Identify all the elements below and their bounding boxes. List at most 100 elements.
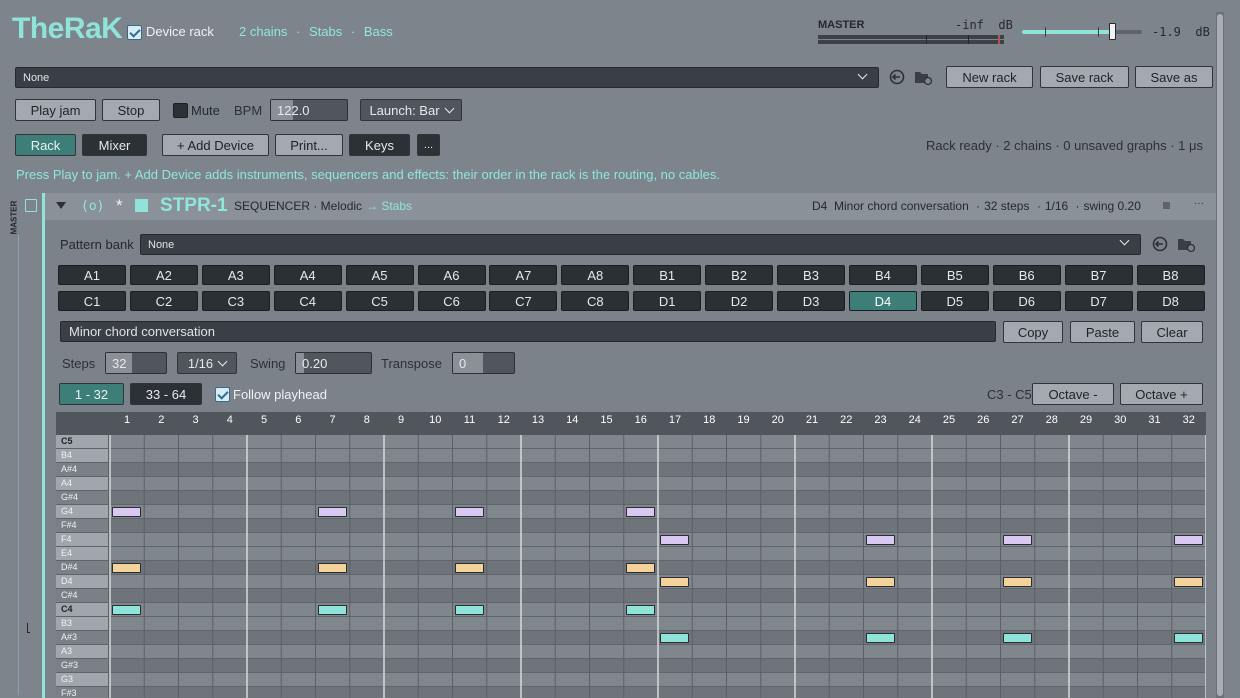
pattern-slot-b5[interactable]: B5	[920, 265, 989, 285]
device-route[interactable]: → Stabs	[366, 199, 412, 213]
pattern-slot-b7[interactable]: B7	[1064, 265, 1133, 285]
clear-pattern-button[interactable]: Clear	[1141, 321, 1203, 343]
mixer-view-button[interactable]: Mixer	[82, 134, 147, 156]
octave-up-button[interactable]: Octave +	[1120, 383, 1203, 405]
page-1-32-button[interactable]: 1 - 32	[59, 383, 124, 405]
save-rack-button[interactable]: Save rack	[1040, 66, 1129, 88]
new-rack-button[interactable]: New rack	[946, 66, 1033, 88]
pattern-slot-d3[interactable]: D3	[777, 291, 845, 311]
breadcrumb-item-bass[interactable]: Bass	[364, 24, 393, 39]
more-menu-button[interactable]: ...	[417, 134, 440, 156]
note-block[interactable]	[454, 563, 484, 573]
pattern-slot-b8[interactable]: B8	[1136, 265, 1205, 285]
note-block[interactable]	[625, 605, 655, 615]
paste-pattern-button[interactable]: Paste	[1070, 321, 1135, 343]
note-block[interactable]	[454, 507, 484, 517]
note-block[interactable]	[625, 507, 655, 517]
pattern-slot-c3[interactable]: C3	[201, 291, 270, 311]
reload-icon[interactable]	[888, 68, 906, 86]
note-block[interactable]	[1002, 633, 1032, 643]
pattern-slot-a2[interactable]: A2	[129, 265, 198, 285]
note-block[interactable]	[660, 577, 690, 587]
pattern-slot-d2[interactable]: D2	[705, 291, 774, 311]
note-block[interactable]	[112, 507, 142, 517]
pattern-slot-c4[interactable]: C4	[273, 291, 342, 311]
follow-playhead-checkbox[interactable]	[215, 387, 230, 402]
note-block[interactable]	[112, 563, 142, 573]
collapse-icon[interactable]	[56, 202, 66, 209]
pattern-name-input[interactable]: Minor chord conversation	[60, 321, 996, 342]
pattern-slot-d5[interactable]: D5	[920, 291, 989, 311]
pattern-slot-d1[interactable]: D1	[633, 291, 702, 311]
pattern-slot-d6[interactable]: D6	[992, 291, 1061, 311]
pattern-slot-a1[interactable]: A1	[58, 265, 126, 285]
keys-button[interactable]: Keys	[349, 134, 410, 156]
note-block[interactable]	[865, 577, 895, 587]
add-device-button[interactable]: + Add Device	[162, 134, 269, 156]
window-scrollbar-thumb[interactable]	[1217, 14, 1223, 696]
pattern-slot-c2[interactable]: C2	[129, 291, 198, 311]
master-volume-slider[interactable]	[1022, 23, 1142, 40]
pattern-slot-a8[interactable]: A8	[561, 265, 630, 285]
note-block[interactable]	[1173, 577, 1203, 587]
pattern-slot-d7[interactable]: D7	[1064, 291, 1133, 311]
pattern-slot-c7[interactable]: C7	[489, 291, 558, 311]
pattern-slot-d8[interactable]: D8	[1136, 291, 1205, 311]
window-scrollbar[interactable]	[1216, 12, 1224, 698]
device-rack-checkbox[interactable]	[127, 25, 142, 40]
pattern-slot-a5[interactable]: A5	[345, 265, 414, 285]
pattern-slot-b6[interactable]: B6	[992, 265, 1061, 285]
pattern-slot-b4[interactable]: B4	[848, 265, 917, 285]
swing-input[interactable]: 0.20	[295, 352, 372, 374]
pattern-slot-b1[interactable]: B1	[633, 265, 702, 285]
pattern-bank-select[interactable]: None	[140, 234, 1141, 255]
note-block[interactable]	[865, 535, 895, 545]
pattern-slot-d4[interactable]: D4	[848, 291, 917, 311]
rate-select[interactable]: 1/16	[177, 352, 237, 374]
note-block[interactable]	[865, 633, 895, 643]
transpose-input[interactable]: 0	[452, 352, 515, 374]
pattern-folder-icon[interactable]	[1176, 235, 1196, 253]
pattern-slot-c6[interactable]: C6	[417, 291, 486, 311]
note-block[interactable]	[112, 605, 142, 615]
print-button[interactable]: Print...	[275, 134, 343, 156]
note-block[interactable]	[454, 605, 484, 615]
note-block[interactable]	[1002, 535, 1032, 545]
launch-quantize-select[interactable]: Launch: Bar	[360, 99, 462, 121]
stop-button[interactable]: Stop	[102, 99, 160, 121]
play-jam-button[interactable]: Play jam	[15, 99, 96, 121]
save-as-button[interactable]: Save as	[1135, 66, 1213, 88]
note-block[interactable]	[660, 535, 690, 545]
note-block[interactable]	[1173, 633, 1203, 643]
pattern-slot-a6[interactable]: A6	[417, 265, 486, 285]
octave-down-button[interactable]: Octave -	[1032, 383, 1114, 405]
folder-settings-icon[interactable]	[913, 68, 933, 86]
device-power-toggle[interactable]: (o)	[81, 199, 104, 214]
master-volume-thumb[interactable]	[1109, 23, 1116, 40]
note-block[interactable]	[660, 633, 690, 643]
pattern-slot-a3[interactable]: A3	[201, 265, 270, 285]
note-block[interactable]	[317, 563, 347, 573]
pattern-slot-c1[interactable]: C1	[58, 291, 126, 311]
copy-pattern-button[interactable]: Copy	[1003, 321, 1063, 343]
note-block[interactable]	[1002, 577, 1032, 587]
piano-roll[interactable]	[56, 412, 1206, 698]
pattern-slot-b3[interactable]: B3	[777, 265, 845, 285]
pattern-reload-icon[interactable]	[1151, 235, 1169, 253]
rack-view-button[interactable]: Rack	[15, 134, 76, 156]
note-block[interactable]	[625, 563, 655, 573]
note-block[interactable]	[1173, 535, 1203, 545]
device-menu-button[interactable]: ···	[1194, 198, 1204, 209]
note-block[interactable]	[317, 507, 347, 517]
breadcrumb-item-chains[interactable]: 2 chains	[239, 24, 287, 39]
breadcrumb-item-stabs[interactable]: Stabs	[309, 24, 342, 39]
pattern-slot-b2[interactable]: B2	[705, 265, 774, 285]
bpm-input[interactable]: 122.0	[270, 99, 348, 121]
pattern-slot-a4[interactable]: A4	[273, 265, 342, 285]
pattern-slot-c8[interactable]: C8	[561, 291, 630, 311]
page-33-64-button[interactable]: 33 - 64	[130, 383, 202, 405]
mute-checkbox[interactable]	[173, 103, 188, 118]
pattern-slot-c5[interactable]: C5	[345, 291, 414, 311]
note-block[interactable]	[317, 605, 347, 615]
device-name[interactable]: STPR-1	[160, 195, 228, 217]
